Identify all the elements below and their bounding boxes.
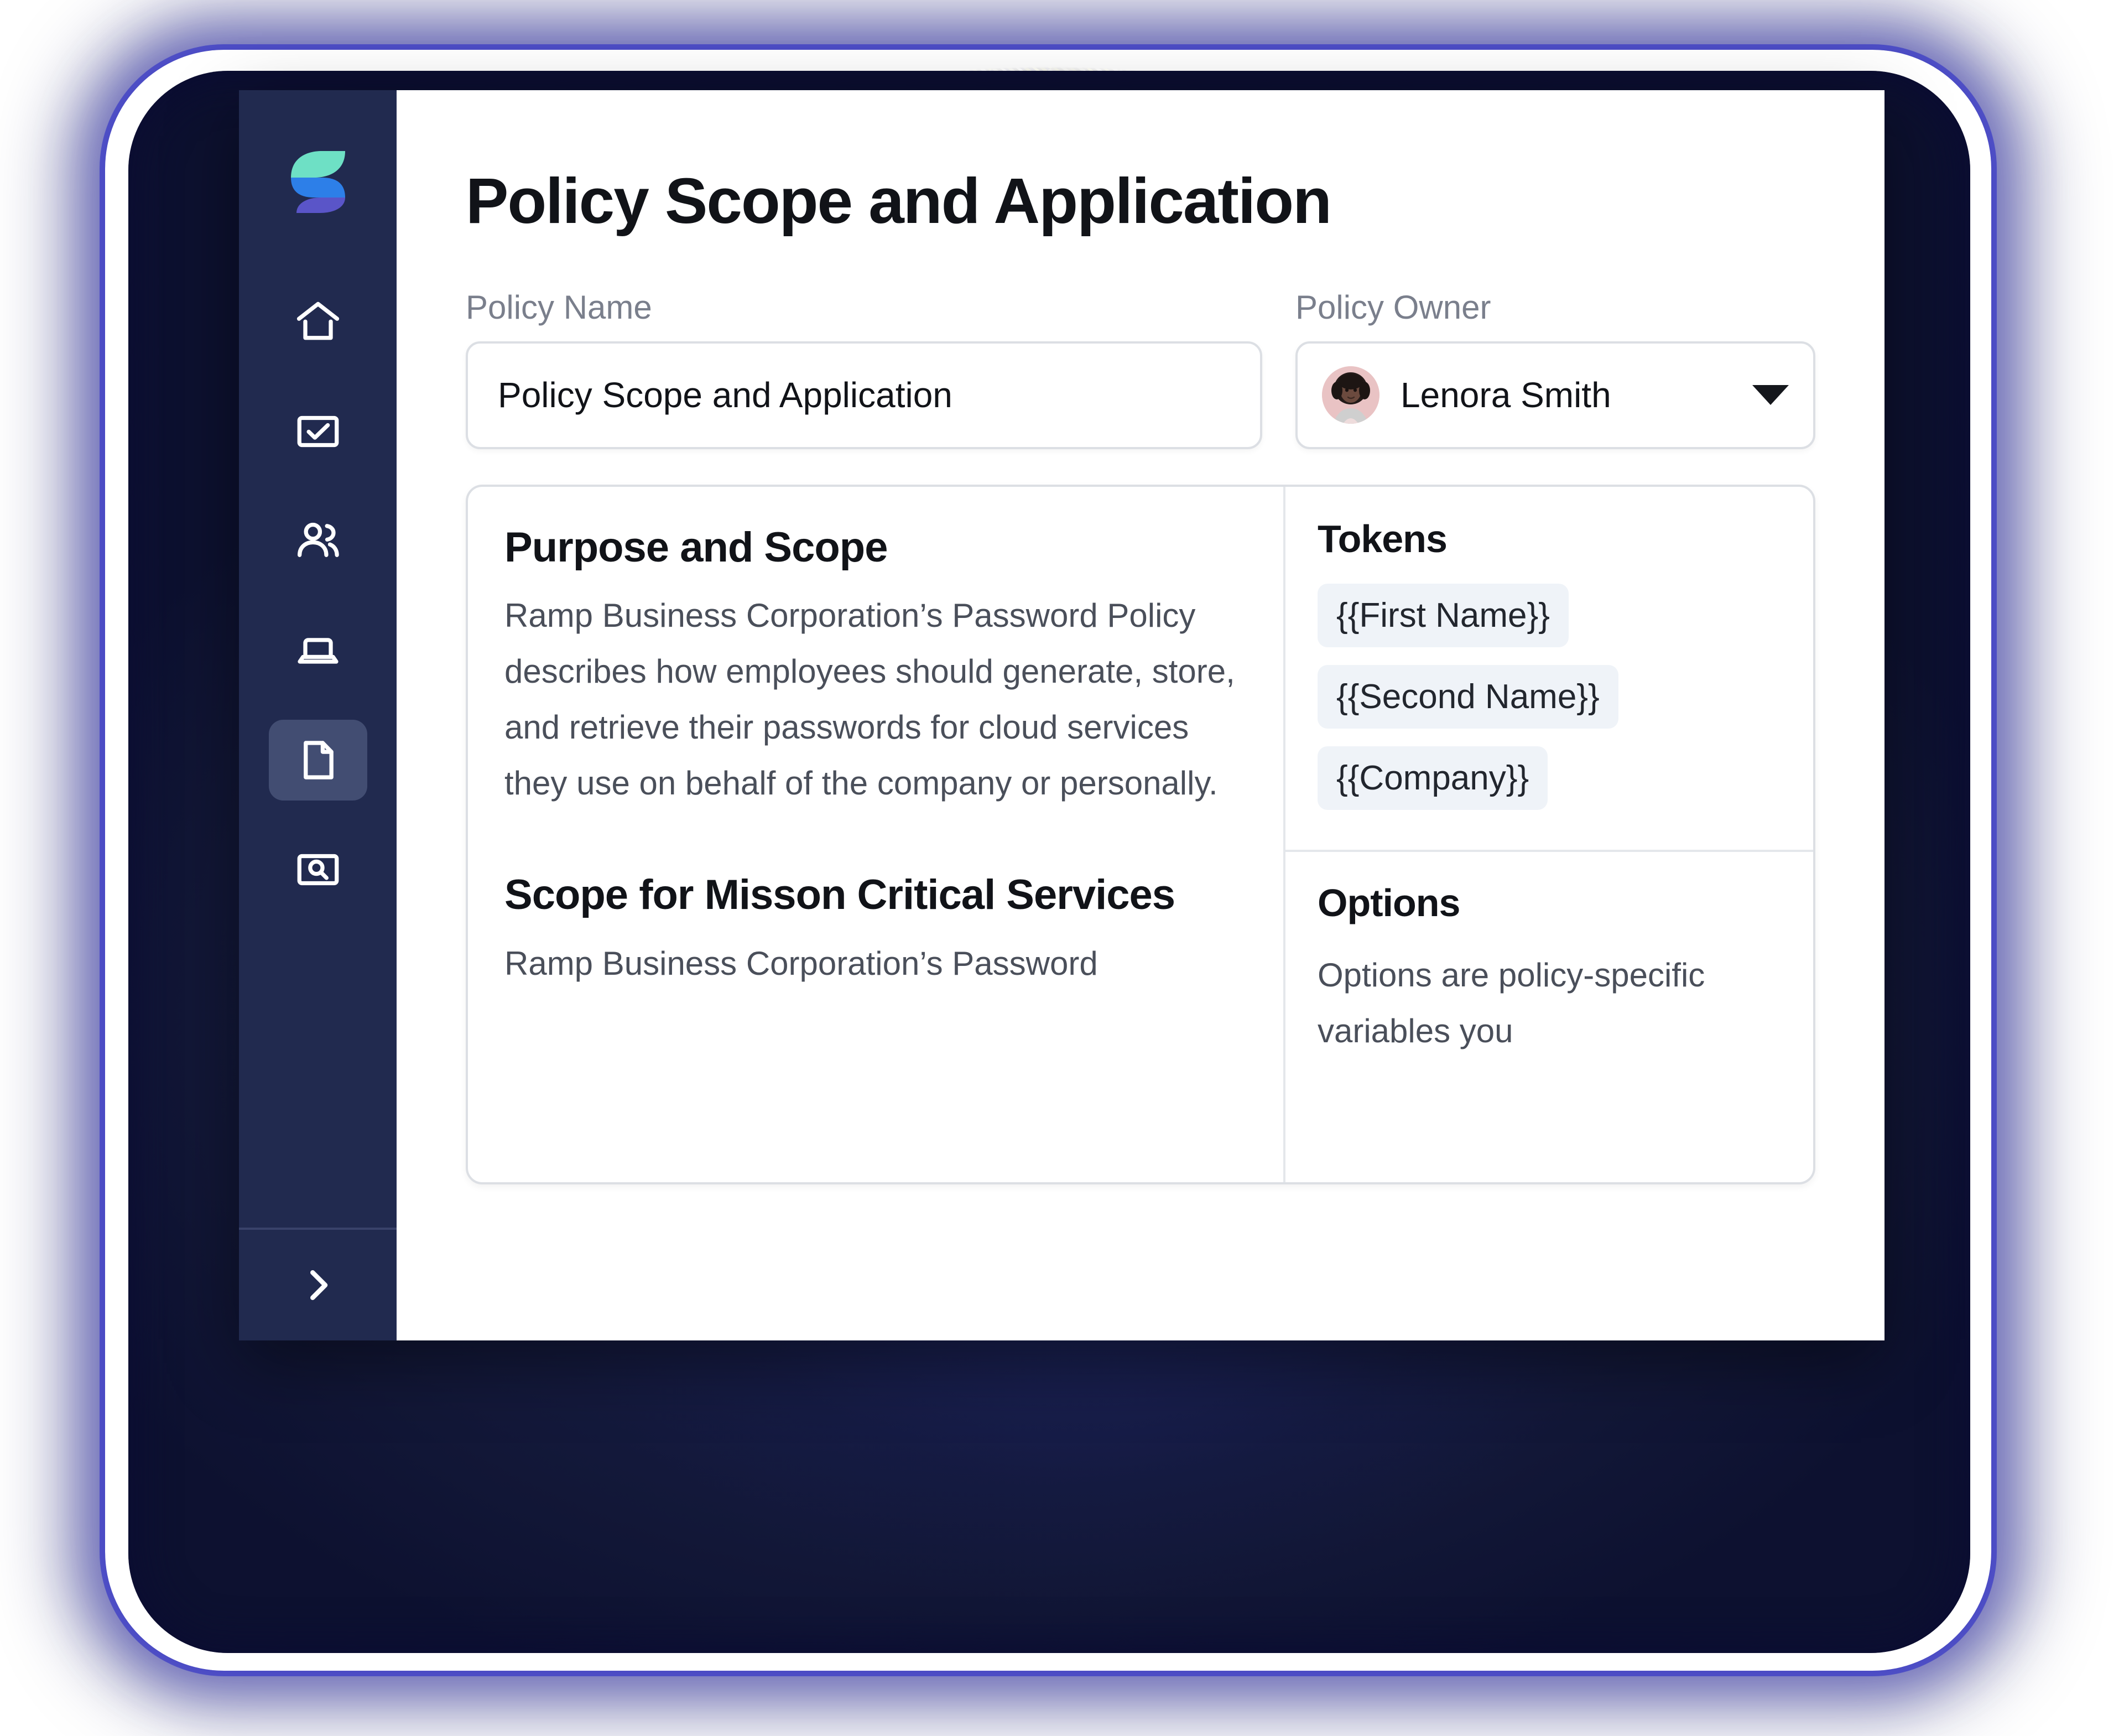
policy-name-input[interactable]: Policy Scope and Application <box>466 341 1262 449</box>
options-heading: Options <box>1318 881 1460 924</box>
tokens-block: Tokens {{First Name}} {{Second Name}} {{… <box>1285 487 1813 850</box>
sidebar-item-audits[interactable] <box>269 829 367 910</box>
sparrow-s-logo[interactable] <box>289 145 347 216</box>
sidebar-footer <box>239 1228 397 1340</box>
people-icon <box>293 516 343 566</box>
policy-owner-select[interactable]: Lenora Smith <box>1295 341 1815 449</box>
app-window: Policy Scope and Application Policy Name… <box>239 90 1884 1340</box>
policy-name-value: Policy Scope and Application <box>498 375 952 415</box>
token-chip[interactable]: {{First Name}} <box>1318 583 1569 647</box>
tokens-heading: Tokens <box>1318 517 1448 560</box>
device-icon <box>293 625 343 676</box>
page-title: Policy Scope and Application <box>466 165 1332 237</box>
policy-meta-form: Policy Name Policy Scope and Application… <box>466 289 1815 449</box>
document-icon <box>293 735 343 786</box>
sidebar-nav-list <box>239 282 397 910</box>
sidebar-item-tasks[interactable] <box>269 391 367 472</box>
screenshot-stage: Policy Scope and Application Policy Name… <box>0 0 2124 1736</box>
section-body-scope-mission-critical: Ramp Business Corporation’s Password <box>504 944 1098 982</box>
policy-owner-value: Lenora Smith <box>1401 375 1611 415</box>
section-body-purpose: Ramp Business Corporation’s Password Pol… <box>504 597 1235 802</box>
expand-sidebar-button[interactable] <box>239 1230 397 1340</box>
token-chip-list: {{First Name}} {{Second Name}} {{Company… <box>1318 583 1781 828</box>
main-content: Policy Scope and Application Policy Name… <box>397 90 1884 1340</box>
policy-owner-label: Policy Owner <box>1295 288 1491 326</box>
policy-document-pane[interactable]: Purpose and Scope Ramp Business Corporat… <box>468 486 1285 1182</box>
policy-owner-field-group: Policy Owner Lenora Smith <box>1295 289 1815 449</box>
section-heading-purpose: Purpose and Scope <box>504 523 888 571</box>
avatar <box>1322 366 1379 424</box>
policy-name-field-group: Policy Name Policy Scope and Application <box>466 289 1262 449</box>
chevron-right-icon <box>296 1264 340 1307</box>
home-icon <box>293 297 343 347</box>
sidebar-item-policies[interactable] <box>268 720 367 801</box>
policy-sidebar-pane: Tokens {{First Name}} {{Second Name}} {{… <box>1285 487 1813 1182</box>
task-check-icon <box>293 406 343 457</box>
section-heading-scope-mission-critical: Scope for Misson Critical Services <box>504 871 1175 919</box>
token-chip[interactable]: {{Company}} <box>1318 746 1548 810</box>
sidebar-item-devices[interactable] <box>269 610 367 691</box>
sidebar-item-home[interactable] <box>269 282 367 362</box>
sidebar <box>239 90 397 1340</box>
options-body: Options are policy-specific variables yo… <box>1318 956 1705 1049</box>
policy-editor-card: Purpose and Scope Ramp Business Corporat… <box>466 484 1815 1184</box>
audit-search-icon <box>293 844 343 895</box>
sidebar-item-people[interactable] <box>269 501 367 581</box>
policy-name-label: Policy Name <box>466 288 652 326</box>
token-chip[interactable]: {{Second Name}} <box>1318 664 1618 729</box>
chevron-down-icon[interactable] <box>1752 385 1789 406</box>
options-block: Options Options are policy-specific vari… <box>1285 852 1813 1059</box>
